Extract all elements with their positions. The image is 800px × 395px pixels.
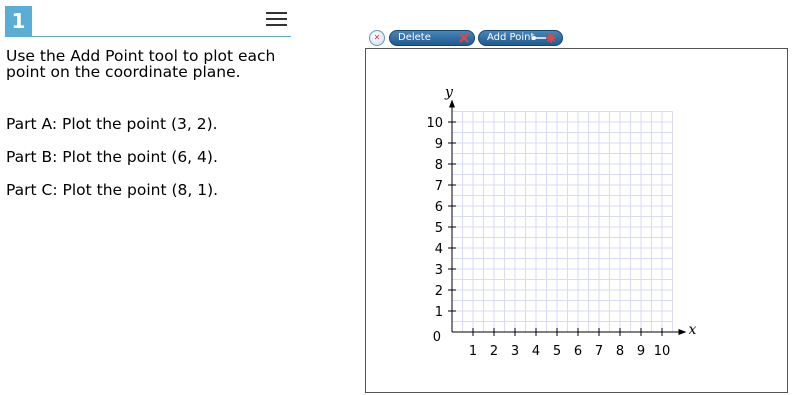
header-divider [5,36,291,37]
part-b-text: Part B: Plot the point (6, 4). [6,148,218,166]
x-tick-label: 8 [616,344,624,359]
add-point-icon [532,33,556,43]
y-axis-arrow [449,99,455,108]
y-tick-label: 9 [435,137,443,152]
add-point-label: Add Point [487,32,535,43]
close-icon: ✕ [373,33,381,42]
y-tick-label: 5 [435,221,443,236]
delete-button[interactable]: Delete [389,30,475,46]
x-tick-label: 9 [637,344,645,359]
x-tick-label: 4 [532,344,540,359]
y-axis-label: y [444,85,454,101]
y-tick-label: 8 [435,158,443,173]
y-tick-label: 3 [435,263,443,278]
y-tick-label: 2 [435,284,443,299]
reset-button[interactable]: ✕ [369,30,385,46]
y-tick-label: 6 [435,200,443,215]
x-tick-label: 3 [511,344,519,359]
y-tick-label: 7 [435,179,443,194]
x-tick-label: 10 [654,344,671,359]
x-tick-label: 5 [553,344,561,359]
delete-label: Delete [398,32,431,43]
x-axis-label: x [689,322,697,338]
x-tick-label: 2 [490,344,498,359]
hamburger-menu-icon[interactable] [266,12,287,26]
delete-x-icon [459,33,469,43]
x-tick-label: 6 [574,344,582,359]
x-tick-label: 7 [595,344,603,359]
x-axis-arrow [678,329,687,335]
question-prompt: Use the Add Point tool to plot each poin… [6,47,276,81]
part-a-text: Part A: Plot the point (3, 2). [6,115,218,133]
x-tick-label: 1 [469,344,477,359]
question-number: 1 [5,6,32,36]
y-tick-label: 1 [435,305,443,320]
coordinate-plane[interactable]: 1 2 3 4 5 6 7 8 9 10123456789100 xy [366,49,789,394]
y-tick-label: 10 [426,116,443,131]
origin-label: 0 [433,330,441,345]
part-c-text: Part C: Plot the point (8, 1). [6,181,219,199]
add-point-button[interactable]: Add Point [478,30,563,46]
graph-canvas[interactable]: 1 2 3 4 5 6 7 8 9 10 1 2 3 4 5 6 7 8 9 10 0 x y [365,48,788,393]
y-tick-label: 4 [435,242,443,257]
